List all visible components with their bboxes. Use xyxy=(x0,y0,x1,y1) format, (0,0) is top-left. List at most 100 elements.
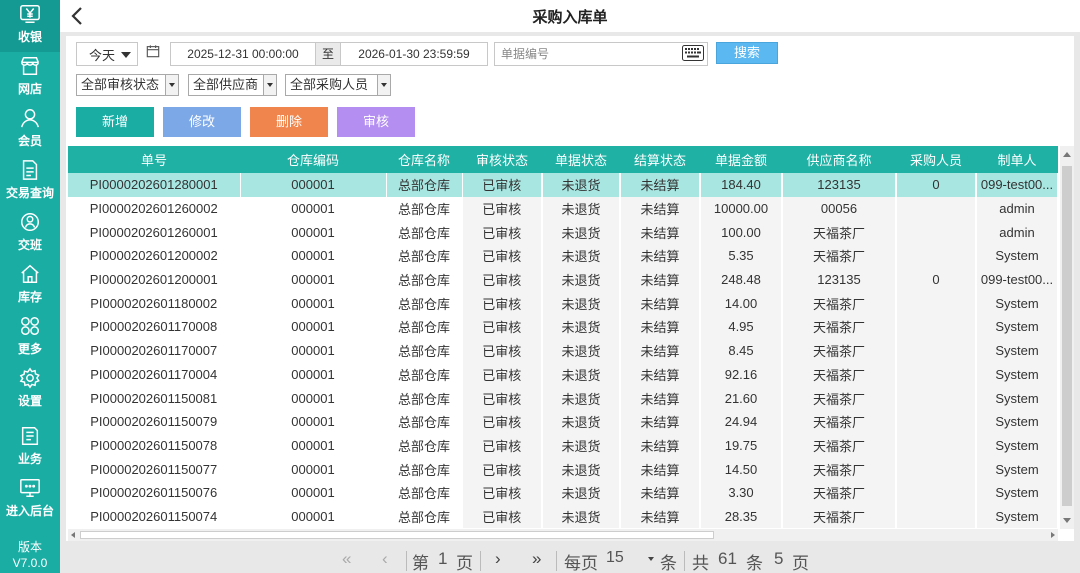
column-header[interactable]: 审核状态 xyxy=(462,146,542,173)
version-info: 版本 V7.0.0 xyxy=(0,539,60,571)
back-button[interactable] xyxy=(66,4,90,28)
doc-number-input[interactable]: 单据编号 xyxy=(494,42,708,66)
scroll-right-icon[interactable] xyxy=(1051,532,1055,538)
table-row[interactable]: PI0000202601150078 000001 总部仓库 已审核 未退货 未结算 19.… xyxy=(68,433,1058,458)
table-cell: 总部仓库 xyxy=(386,196,463,221)
edit-button[interactable]: 修改 xyxy=(163,107,241,137)
sidebar-item-label: 更多 xyxy=(17,342,42,356)
table-cell: PI0000202601150081 xyxy=(68,386,241,410)
calendar-icon[interactable] xyxy=(146,44,162,62)
column-header[interactable]: 单据金额 xyxy=(700,146,782,173)
vertical-scrollbar[interactable] xyxy=(1060,146,1074,529)
table-row[interactable]: PI0000202601150076 000001 总部仓库 已审核 未退货 未结算 3.3… xyxy=(68,480,1058,505)
horizontal-scrollbar[interactable] xyxy=(68,529,1058,541)
table-cell: 4.95 xyxy=(700,315,783,339)
date-range-value: 今天 xyxy=(89,47,116,63)
scroll-left-icon[interactable] xyxy=(71,532,75,538)
column-header[interactable]: 单据状态 xyxy=(542,146,620,173)
sidebar-item-shop[interactable]: 网店 xyxy=(0,52,60,104)
table-row[interactable]: PI0000202601170007 000001 总部仓库 已审核 未退货 未结算 8.4… xyxy=(68,338,1058,363)
current-page[interactable]: 1 xyxy=(438,549,447,569)
table-cell: 0 xyxy=(896,173,977,197)
column-header[interactable]: 制单人 xyxy=(976,146,1058,173)
sidebar-item-more[interactable]: 更多 xyxy=(0,312,60,364)
table-cell: 总部仓库 xyxy=(386,386,463,410)
page-header: 采购入库单 xyxy=(60,0,1080,32)
table-cell: 000001 xyxy=(240,315,387,339)
table-row[interactable]: PI0000202601260001 000001 总部仓库 已审核 未退货 未结算 100… xyxy=(68,220,1058,245)
column-header[interactable]: 单号 xyxy=(68,146,240,173)
audit-status-select[interactable]: 全部审核状态 xyxy=(76,74,179,96)
scroll-down-icon[interactable] xyxy=(1063,518,1071,523)
table-cell: 未退货 xyxy=(542,338,621,363)
table-cell: 000001 xyxy=(240,220,387,245)
dropdown-arrow-icon[interactable] xyxy=(377,75,390,95)
table-row[interactable]: PI0000202601200001 000001 总部仓库 已审核 未退货 未结算 248… xyxy=(68,267,1058,292)
table-cell: 未退货 xyxy=(542,196,621,221)
first-page-button[interactable]: « xyxy=(342,549,351,569)
table-row[interactable]: PI0000202601150077 000001 总部仓库 已审核 未退货 未结算 14.… xyxy=(68,457,1058,481)
sidebar-item-transactions[interactable]: 交易查询 xyxy=(0,156,60,208)
page-size-select[interactable]: 15 xyxy=(604,547,656,571)
table-cell: 未退货 xyxy=(542,315,621,339)
start-date-input[interactable]: 2025-12-31 00:00:00 xyxy=(170,42,316,66)
keyboard-icon[interactable] xyxy=(682,45,704,61)
table-cell: 未结算 xyxy=(620,433,701,458)
add-button[interactable]: 新增 xyxy=(76,107,154,137)
sidebar-item-member[interactable]: 会员 xyxy=(0,104,60,156)
column-header[interactable]: 结算状态 xyxy=(620,146,700,173)
dropdown-arrow-icon[interactable] xyxy=(165,75,178,95)
table-cell: 未结算 xyxy=(620,173,701,197)
sidebar-item-handover[interactable]: 交班 xyxy=(0,208,60,260)
scroll-thumb[interactable] xyxy=(1062,166,1072,506)
table-cell xyxy=(896,457,977,481)
table-row[interactable]: PI0000202601150074 000001 总部仓库 已审核 未退货 未结算 28.… xyxy=(68,504,1058,529)
prev-page-button[interactable]: ‹ xyxy=(382,549,388,569)
table-row[interactable]: PI0000202601200002 000001 总部仓库 已审核 未退货 未结算 5.3… xyxy=(68,244,1058,268)
table-cell: 21.60 xyxy=(700,386,783,410)
purchaser-select[interactable]: 全部采购人员 xyxy=(285,74,391,96)
sidebar-item-business[interactable]: 业务 xyxy=(0,422,60,474)
sidebar-item-inventory[interactable]: 库存 xyxy=(0,260,60,312)
table-row[interactable]: PI0000202601170008 000001 总部仓库 已审核 未退货 未结算 4.9… xyxy=(68,315,1058,339)
table-cell: System xyxy=(976,504,1058,529)
page-suffix: 页 xyxy=(456,554,473,573)
column-header[interactable]: 供应商名称 xyxy=(782,146,896,173)
sidebar-item-label: 收银 xyxy=(17,30,42,44)
table-cell: 099-test00... xyxy=(976,267,1058,292)
search-button[interactable]: 搜索 xyxy=(716,42,778,64)
sidebar-item-backend[interactable]: 进入后台 xyxy=(0,474,60,526)
member-icon xyxy=(18,106,42,130)
scroll-thumb[interactable] xyxy=(80,531,714,539)
sidebar-item-settings[interactable]: 设置 xyxy=(0,364,60,416)
table-cell: 总部仓库 xyxy=(386,315,463,339)
purchaser-value: 全部采购人员 xyxy=(290,77,369,92)
table-cell: System xyxy=(976,409,1058,434)
supplier-select[interactable]: 全部供应商 xyxy=(188,74,277,96)
scroll-up-icon[interactable] xyxy=(1063,152,1071,157)
delete-button[interactable]: 删除 xyxy=(250,107,328,137)
table-row[interactable]: PI0000202601280001 000001 总部仓库 已审核 未退货 未结算 184… xyxy=(68,173,1058,197)
dropdown-arrow-icon[interactable] xyxy=(263,75,276,95)
caret-down-icon xyxy=(648,557,654,561)
table-row[interactable]: PI0000202601180002 000001 总部仓库 已审核 未退货 未结算 14.… xyxy=(68,291,1058,316)
table-row[interactable]: PI0000202601150079 000001 总部仓库 已审核 未退货 未结算 24.… xyxy=(68,409,1058,434)
table-row[interactable]: PI0000202601260002 000001 总部仓库 已审核 未退货 未结算 100… xyxy=(68,196,1058,221)
table-cell: 19.75 xyxy=(700,433,783,458)
date-range-select[interactable]: 今天 xyxy=(76,42,138,66)
next-page-button[interactable]: › xyxy=(495,549,501,569)
column-header[interactable]: 仓库编码 xyxy=(240,146,386,173)
end-date-input[interactable]: 2026-01-30 23:59:59 xyxy=(340,42,488,66)
home-icon xyxy=(18,262,42,286)
sidebar-item-cashier[interactable]: 收银 xyxy=(0,0,60,52)
table-row[interactable]: PI0000202601150081 000001 总部仓库 已审核 未退货 未结算 21.… xyxy=(68,386,1058,410)
column-header[interactable]: 采购人员 xyxy=(896,146,976,173)
table-cell: 已审核 xyxy=(462,244,543,268)
table-row[interactable]: PI0000202601170004 000001 总部仓库 已审核 未退货 未结算 92.… xyxy=(68,362,1058,387)
table-cell: 总部仓库 xyxy=(386,173,463,197)
audit-button[interactable]: 审核 xyxy=(337,107,415,137)
last-page-button[interactable]: » xyxy=(532,549,541,569)
table-cell xyxy=(896,480,977,505)
column-header[interactable]: 仓库名称 xyxy=(386,146,462,173)
table-cell: PI0000202601180002 xyxy=(68,291,241,316)
